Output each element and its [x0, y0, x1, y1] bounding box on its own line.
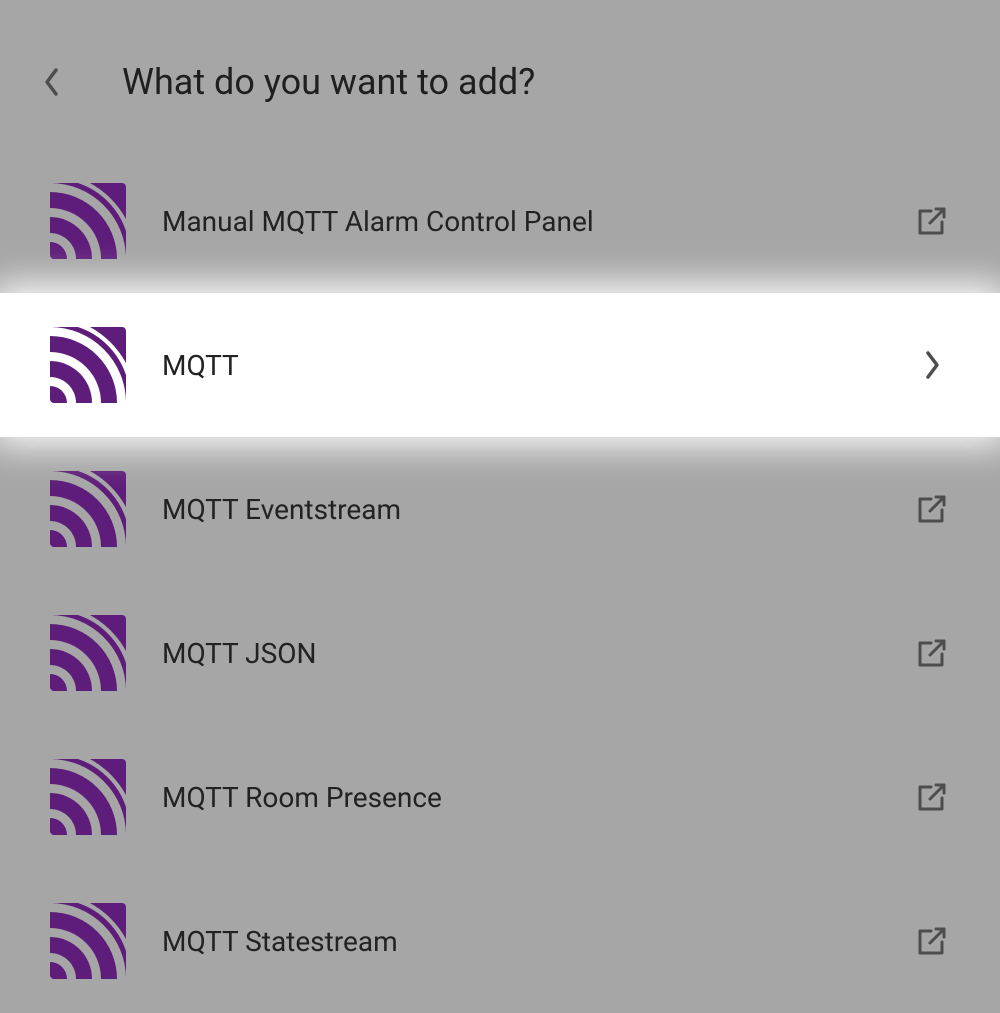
list-item[interactable]: MQTT Eventstream: [0, 437, 1000, 581]
open-external-icon[interactable]: [914, 203, 950, 239]
list-item-label: Manual MQTT Alarm Control Panel: [162, 205, 914, 238]
open-external-icon[interactable]: [914, 635, 950, 671]
open-external-icon[interactable]: [914, 923, 950, 959]
list-item[interactable]: Manual MQTT Alarm Control Panel: [0, 149, 1000, 293]
list-item[interactable]: MQTT Statestream: [0, 869, 1000, 1013]
integration-list: Manual MQTT Alarm Control Panel MQTT: [0, 149, 1000, 1013]
list-item[interactable]: MQTT: [0, 293, 1000, 437]
mqtt-logo-icon: [50, 471, 126, 547]
dialog-title: What do you want to add?: [122, 61, 535, 103]
list-item-label: MQTT JSON: [162, 637, 914, 670]
list-item[interactable]: MQTT JSON: [0, 581, 1000, 725]
mqtt-logo-icon: [50, 903, 126, 979]
dialog-container: What do you want to add? Manual MQTT Ala…: [0, 0, 1000, 1013]
back-button[interactable]: [30, 60, 74, 104]
list-item-label: MQTT Room Presence: [162, 781, 914, 814]
mqtt-logo-icon: [50, 183, 126, 259]
mqtt-logo-icon: [50, 327, 126, 403]
list-item-label: MQTT Eventstream: [162, 493, 914, 526]
list-item[interactable]: MQTT Room Presence: [0, 725, 1000, 869]
chevron-left-icon: [43, 67, 61, 97]
mqtt-logo-icon: [50, 615, 126, 691]
open-external-icon[interactable]: [914, 779, 950, 815]
mqtt-logo-icon: [50, 759, 126, 835]
list-item-label: MQTT Statestream: [162, 925, 914, 958]
open-external-icon[interactable]: [914, 491, 950, 527]
chevron-right-icon[interactable]: [914, 347, 950, 383]
list-item-label: MQTT: [162, 349, 914, 382]
dialog-header: What do you want to add?: [0, 0, 1000, 149]
